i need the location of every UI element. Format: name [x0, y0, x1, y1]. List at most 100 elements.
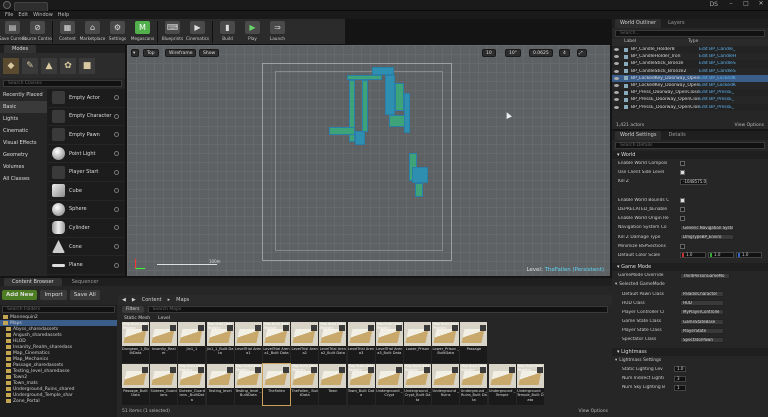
asset-tile[interactable]: Passage	[460, 322, 488, 363]
asset-tile[interactable]: Underground _Ruins	[432, 364, 460, 405]
minimize-button[interactable]: –	[724, 0, 738, 10]
asset-tile[interactable]: LevelTrial Arena3	[347, 322, 375, 363]
prop-class-dropdown[interactable]: SpectatorPawn	[680, 336, 724, 343]
menu-help[interactable]: Help	[58, 12, 69, 18]
tab-world-settings[interactable]: World Settings	[615, 131, 662, 140]
scale-snap-button[interactable]: 0.0625	[529, 49, 553, 57]
prop-value-input[interactable]: 3	[674, 375, 686, 382]
content-button[interactable]: ▦ Content	[55, 19, 80, 45]
level-geometry[interactable]	[329, 127, 355, 135]
level-geometry[interactable]	[415, 183, 423, 197]
level-geometry[interactable]	[385, 75, 395, 115]
breadcrumb-maps[interactable]: Maps	[176, 297, 189, 303]
column-label[interactable]: Label	[624, 39, 688, 46]
info-icon[interactable]	[114, 225, 119, 231]
outliner-row[interactable]: BP_CandleHolder_Iron Edit BP_CandleH	[612, 53, 768, 60]
visibility-eye-icon[interactable]	[614, 105, 619, 109]
visibility-eye-icon[interactable]	[614, 62, 619, 66]
level-geometry[interactable]	[362, 80, 368, 132]
lighting-mode-button[interactable]: Wireframe	[165, 49, 197, 57]
asset-tile[interactable]: Underground _Temple	[488, 364, 516, 405]
class-item-plane[interactable]: Plane	[47, 256, 125, 275]
search-classes-input[interactable]: Search Classes	[3, 80, 122, 87]
visibility-eye-icon[interactable]	[614, 91, 619, 95]
level-geometry[interactable]	[355, 131, 365, 145]
place-mode-icon[interactable]: ◆	[3, 57, 19, 74]
selected-game-mode-row[interactable]: ▾ Selected GameMode	[612, 280, 768, 289]
asset-tile[interactable]: TheFallen	[262, 363, 291, 406]
prop-class-dropdown[interactable]: GameStateBase	[680, 318, 724, 325]
color-scale-z-input[interactable]: 1.0	[736, 252, 762, 259]
info-icon[interactable]	[114, 113, 119, 119]
show-button[interactable]: Show	[199, 49, 220, 57]
asset-tile[interactable]: Sixteen_Guardians	[150, 364, 178, 405]
prop-dropdown[interactable]: DmgTypeBP_Enviro	[680, 234, 734, 241]
actor-type-link[interactable]: Edit BP_CandleS	[699, 69, 739, 74]
asset-tile[interactable]: Underground _Crypt	[375, 364, 403, 405]
modes-tab[interactable]: Modes	[4, 45, 37, 53]
asset-tile[interactable]: LevelTrial Arena2	[291, 322, 319, 363]
prop-checkbox[interactable]	[680, 170, 685, 176]
prop-class-dropdown[interactable]: PlayerState	[680, 327, 724, 334]
cinematics-button[interactable]: ▶ Cinematics	[185, 19, 210, 45]
settings-button[interactable]: ⚙ Settings	[105, 19, 130, 45]
save-all-button[interactable]: Save All	[69, 289, 100, 300]
class-item-sphere[interactable]: Sphere	[47, 201, 125, 220]
info-icon[interactable]	[114, 95, 119, 101]
level-tab[interactable]	[14, 1, 48, 11]
category-all-classes[interactable]: All Classes	[0, 173, 47, 185]
prop-checkbox[interactable]	[680, 197, 685, 203]
asset-tile[interactable]: Map Build Data Registry LevelTrial Arena1…	[263, 322, 290, 363]
landscape-mode-icon[interactable]: ▲	[41, 57, 57, 74]
level-geometry[interactable]	[412, 167, 428, 183]
asset-tile[interactable]: Map Build Data Registry LevelTrial Arena3…	[375, 322, 403, 363]
asset-tile[interactable]: Map Build Data Registry Underground _Temp…	[516, 364, 544, 405]
class-item-empty-actor[interactable]: Empty Actor	[47, 89, 125, 108]
visibility-eye-icon[interactable]	[614, 69, 619, 73]
outliner-row[interactable]: BP_Press_Doorway_OpenClose10 Edit BP_Pres…	[612, 89, 768, 97]
tab-layers[interactable]: Layers	[663, 19, 690, 28]
details-search-input[interactable]: Search Details	[615, 142, 765, 149]
info-icon[interactable]	[114, 188, 119, 194]
asset-tile[interactable]: Map Build Data Registry Underground _Ruin…	[460, 364, 488, 405]
view-mode-button[interactable]: Top	[143, 49, 159, 57]
build-button[interactable]: ▮ Build	[215, 19, 240, 45]
add-new-button[interactable]: Add New	[2, 289, 38, 300]
close-button[interactable]: ✕	[754, 0, 768, 10]
asset-tile[interactable]: Map Build Data Registry Underground _Cryp…	[404, 364, 431, 405]
prop-checkbox[interactable]	[680, 207, 685, 213]
blueprints-button[interactable]: ⌨ Blueprints	[160, 19, 185, 45]
lightmass-section-header[interactable]: ▾ Lightmass	[612, 347, 768, 356]
column-type[interactable]: Type	[688, 39, 698, 46]
paint-mode-icon[interactable]: ✎	[22, 57, 38, 74]
outliner-row[interactable]: BP_LockedKey_Doorway_OpenCloseEdit BP_Lo…	[612, 74, 768, 82]
viewport-menu-button[interactable]: ▾	[131, 49, 139, 57]
asset-tile[interactable]: Map Build Data Registry Town_Built Data	[347, 364, 375, 405]
back-icon[interactable]: ◀	[122, 297, 126, 303]
asset-tile[interactable]: Map Build Data Registry TheFallen_ BuiltD…	[291, 364, 319, 405]
level-geometry[interactable]	[404, 93, 410, 133]
level-geometry[interactable]	[389, 115, 405, 127]
info-icon[interactable]	[114, 151, 119, 157]
class-item-empty-pawn[interactable]: Empty Pawn	[47, 126, 125, 145]
game-mode-override-dropdown[interactable]: ThirdPersonGameMo	[680, 272, 730, 279]
outliner-row[interactable]: BP_PressE_Doorway_OpenClose11Edit BP_Pre…	[612, 96, 768, 103]
class-item-cone[interactable]: Cone	[47, 238, 125, 257]
tab-details[interactable]: Details	[663, 131, 691, 140]
rotation-snap-button[interactable]: 10°	[505, 49, 521, 57]
tab-content-browser[interactable]: Content Browser	[4, 278, 62, 286]
actor-type-link[interactable]: Edit BP_CandleS	[699, 61, 739, 66]
forward-icon[interactable]: ▶	[132, 297, 136, 303]
actor-type-link[interactable]: Edit BP_Candle_	[699, 47, 739, 52]
class-item-empty-character[interactable]: Empty Character	[47, 108, 125, 127]
menu-window[interactable]: Window	[33, 12, 53, 18]
filters-button[interactable]: Filters	[122, 306, 144, 313]
prop-checkbox[interactable]	[680, 243, 685, 249]
outliner-row[interactable]: BP_CandleStick_Bronze Edit BP_CandleS	[612, 60, 768, 68]
visibility-eye-icon[interactable]	[614, 55, 619, 59]
filter-level[interactable]: Level	[158, 316, 170, 321]
game-mode-section-header[interactable]: ▾ Game Mode	[612, 263, 768, 272]
asset-tile[interactable]: Town	[319, 364, 347, 405]
info-icon[interactable]	[114, 206, 119, 212]
menu-edit[interactable]: Edit	[18, 12, 28, 18]
